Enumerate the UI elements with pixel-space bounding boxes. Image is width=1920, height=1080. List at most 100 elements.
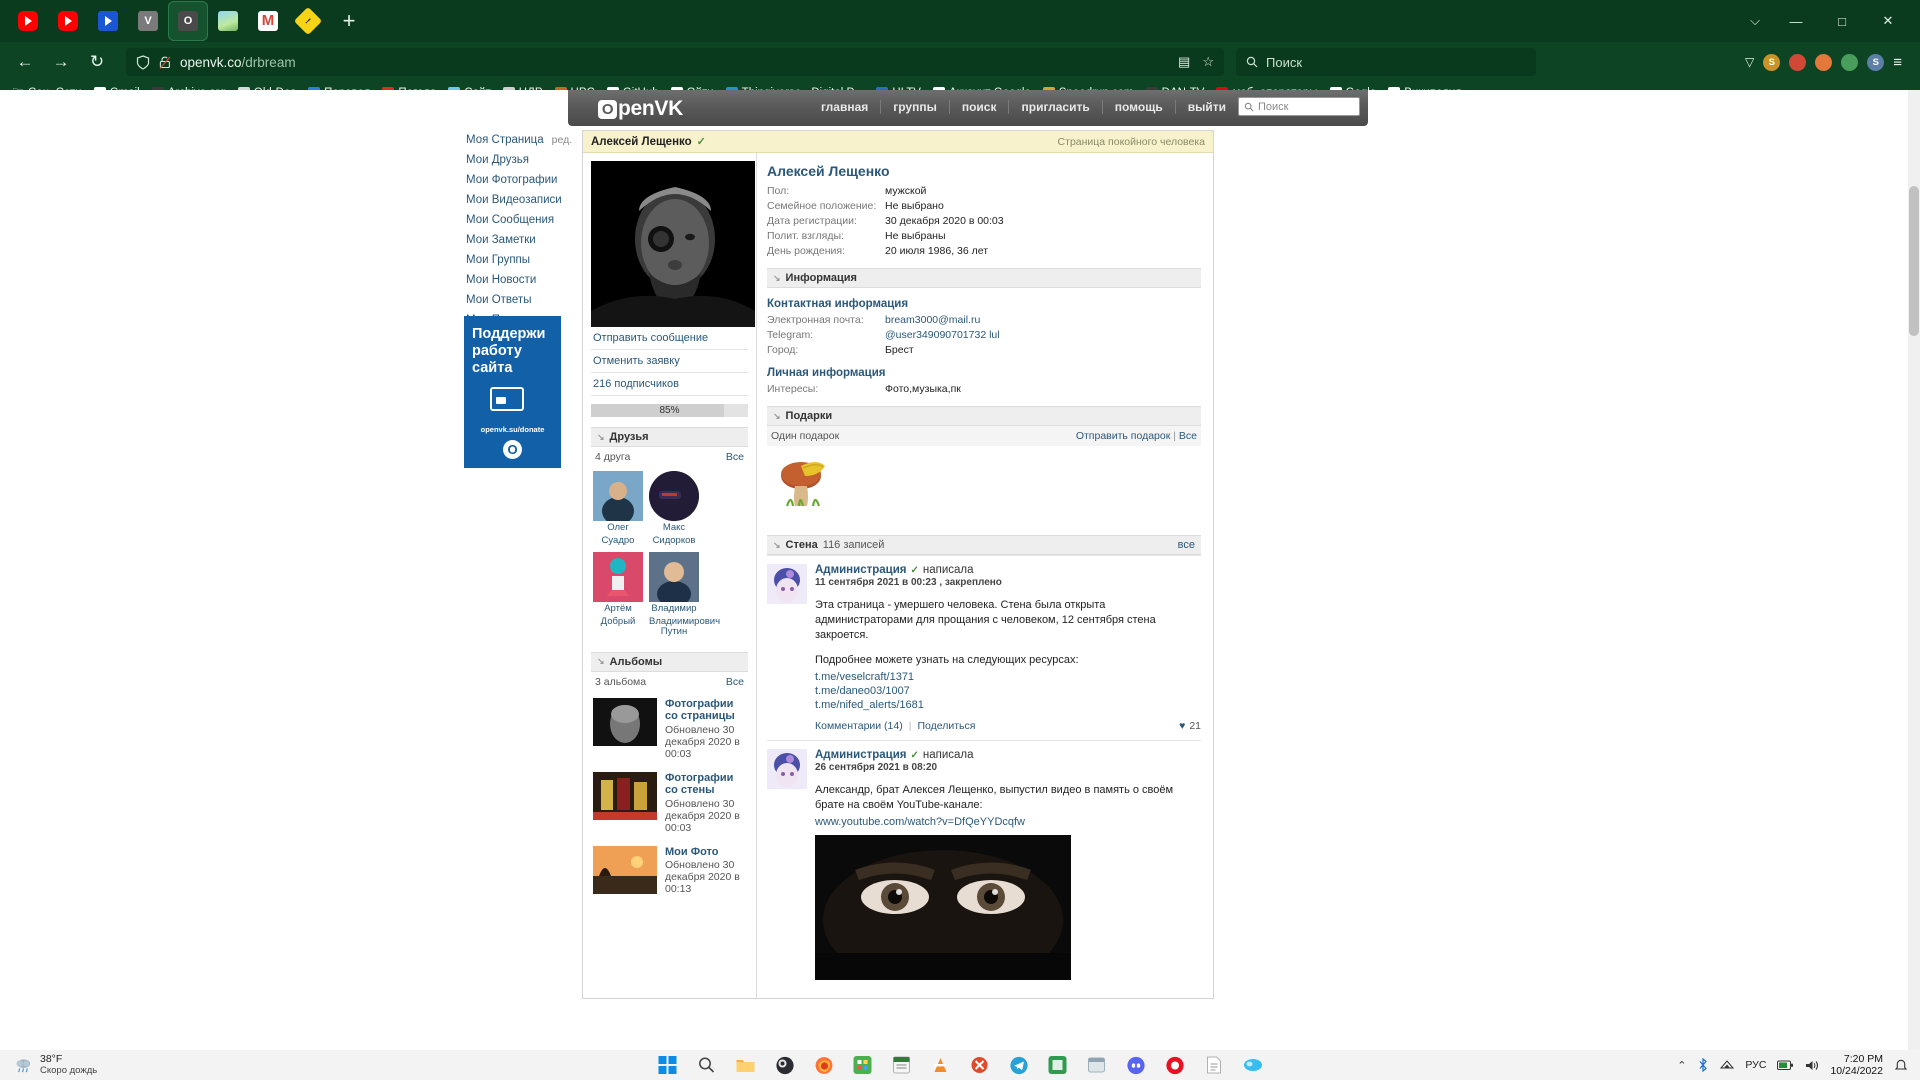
record-button[interactable] [1164, 1054, 1186, 1076]
back-button[interactable]: ← [10, 47, 40, 77]
app-cone-button[interactable] [930, 1054, 952, 1076]
bluetooth-icon[interactable] [1697, 1058, 1709, 1072]
collapse-arrow-icon[interactable]: ↘ [597, 432, 605, 443]
post-link[interactable]: t.me/nifed_alerts/1681 [815, 698, 1201, 712]
maximize-button[interactable]: □ [1832, 14, 1852, 29]
app-x-button[interactable] [969, 1054, 991, 1076]
openvk-logo[interactable]: OpenVK [598, 97, 683, 121]
new-tab-button[interactable]: + [334, 6, 364, 36]
network-icon[interactable] [1720, 1059, 1734, 1071]
gifts-block-header[interactable]: ↘ Подарки [767, 406, 1201, 426]
app-blue-button[interactable] [1242, 1054, 1264, 1076]
extension-s-icon[interactable]: S [1763, 54, 1780, 71]
friends-block-header[interactable]: ↘ Друзья [591, 427, 748, 447]
donate-banner[interactable]: Поддержи работу сайта openvk.su/donate O [464, 316, 561, 468]
albums-block-header[interactable]: ↘ Альбомы [591, 652, 748, 672]
collapse-arrow-icon[interactable]: ↘ [773, 540, 781, 551]
ovk-nav-4[interactable]: помощь [1103, 100, 1176, 114]
album-title[interactable]: Мои Фото [665, 846, 746, 859]
cancel-request-link[interactable]: Отменить заявку [591, 350, 748, 373]
discord-button[interactable] [1125, 1054, 1147, 1076]
language-indicator[interactable]: РУС [1745, 1059, 1766, 1071]
app-window-button[interactable] [1086, 1054, 1108, 1076]
pocket-icon[interactable]: ▽ [1745, 55, 1754, 69]
post-author-avatar[interactable] [767, 749, 807, 789]
sidebar-item-8[interactable]: Мои Ответы [464, 290, 574, 310]
ovk-nav-2[interactable]: поиск [950, 100, 1010, 114]
profile-name-heading[interactable]: Алексей Лещенко [767, 163, 1201, 179]
collapse-arrow-icon[interactable]: ↘ [773, 273, 781, 284]
information-block-header[interactable]: ↘ Информация [767, 268, 1201, 288]
friend-item[interactable]: ОлегСуадро [593, 471, 643, 546]
battery-icon[interactable] [1777, 1060, 1794, 1071]
openvk-search-input[interactable]: Поиск [1238, 97, 1360, 116]
tab-youtube-1[interactable] [8, 1, 48, 41]
collapse-arrow-icon[interactable]: ↘ [597, 656, 605, 667]
extension-orange-icon[interactable] [1815, 54, 1832, 71]
firefox-button[interactable] [813, 1054, 835, 1076]
scrollbar-thumb[interactable] [1909, 186, 1919, 336]
list-all-tabs-icon[interactable]: ⌵ [1750, 13, 1760, 29]
sidebar-item-5[interactable]: Мои Заметки [464, 230, 574, 250]
post-link[interactable]: t.me/daneo03/1007 [815, 684, 1201, 698]
wall-block-header[interactable]: ↘ Стена 116 записей все [767, 535, 1201, 555]
notification-icon[interactable] [1894, 1058, 1908, 1072]
volume-icon[interactable] [1805, 1059, 1819, 1072]
tab-youtube-2[interactable] [48, 1, 88, 41]
info-value[interactable]: bream3000@mail.ru [885, 313, 980, 327]
taskbar-search-button[interactable] [696, 1054, 718, 1076]
notepad-button[interactable] [891, 1054, 913, 1076]
profile-s-icon[interactable]: S [1867, 54, 1884, 71]
post-video-thumbnail[interactable] [815, 835, 1071, 980]
sidebar-item-7[interactable]: Мои Новости [464, 270, 574, 290]
post-link[interactable]: www.youtube.com/watch?v=DfQeYYDcqfw [815, 815, 1201, 829]
sidebar-item-3[interactable]: Мои Видеозаписи [464, 190, 574, 210]
tab-video[interactable] [88, 1, 128, 41]
ovk-nav-0[interactable]: главная [809, 100, 881, 114]
address-bar[interactable]: openvk.co/drbream ▤ ☆ [126, 48, 1224, 76]
sidebar-edit-link[interactable]: ред. [552, 134, 573, 146]
profile-avatar[interactable] [591, 161, 755, 327]
extension-green-icon[interactable] [1841, 54, 1858, 71]
friends-all-link[interactable]: Все [726, 451, 744, 463]
sidebar-item-1[interactable]: Мои Друзья [464, 150, 574, 170]
forward-button[interactable]: → [46, 47, 76, 77]
taskbar-clock[interactable]: 7:20 PM 10/24/2022 [1830, 1053, 1883, 1077]
sidebar-item-0[interactable]: Моя Страницаред. [464, 130, 574, 150]
post-author[interactable]: Администрация [815, 749, 907, 761]
send-message-link[interactable]: Отправить сообщение [591, 327, 748, 350]
app-green2-button[interactable] [1047, 1054, 1069, 1076]
menu-icon[interactable]: ≡ [1893, 54, 1902, 71]
sidebar-item-6[interactable]: Мои Группы [464, 250, 574, 270]
post-link[interactable]: t.me/veselcraft/1371 [815, 670, 1201, 684]
star-icon[interactable]: ☆ [1202, 54, 1214, 70]
file-explorer-button[interactable] [735, 1054, 757, 1076]
tab-gmail[interactable]: M [248, 1, 288, 41]
friend-item[interactable]: ВладимирВладиимирович Путин [649, 552, 699, 638]
reader-mode-icon[interactable]: ▤ [1178, 54, 1190, 70]
obs-studio-button[interactable] [774, 1054, 796, 1076]
wall-all-link[interactable]: все [1178, 539, 1195, 551]
app-green-button[interactable] [852, 1054, 874, 1076]
page-scrollbar[interactable] [1908, 90, 1920, 1050]
album-item[interactable]: Фотографии со страницыОбновлено 30 декаб… [591, 692, 748, 766]
tray-chevron-icon[interactable]: ⌃ [1677, 1059, 1686, 1072]
post-like-button[interactable]: ♥21 [1179, 720, 1201, 732]
tab-warning[interactable]: ! [288, 1, 328, 41]
post-author-avatar[interactable] [767, 564, 807, 604]
friend-item[interactable]: МаксСидорков [649, 471, 699, 546]
gifts-all-link[interactable]: Все [1179, 430, 1197, 442]
tab-image[interactable] [208, 1, 248, 41]
subscribers-link[interactable]: 216 подписчиков [591, 373, 748, 396]
post-share-link[interactable]: Поделиться [917, 720, 975, 732]
mushroom-gift-icon[interactable] [773, 454, 833, 512]
browser-search-bar[interactable]: Поиск [1236, 48, 1536, 76]
album-title[interactable]: Фотографии со стены [665, 772, 746, 797]
extension-red-icon[interactable] [1789, 54, 1806, 71]
ovk-nav-3[interactable]: пригласить [1009, 100, 1102, 114]
info-value[interactable]: @user349090701732 lul [885, 328, 1000, 342]
album-item[interactable]: Мои ФотоОбновлено 30 декабря 2020 в 00:1… [591, 840, 748, 902]
albums-all-link[interactable]: Все [726, 676, 744, 688]
ovk-nav-5[interactable]: выйти [1176, 100, 1238, 114]
telegram-button[interactable] [1008, 1054, 1030, 1076]
